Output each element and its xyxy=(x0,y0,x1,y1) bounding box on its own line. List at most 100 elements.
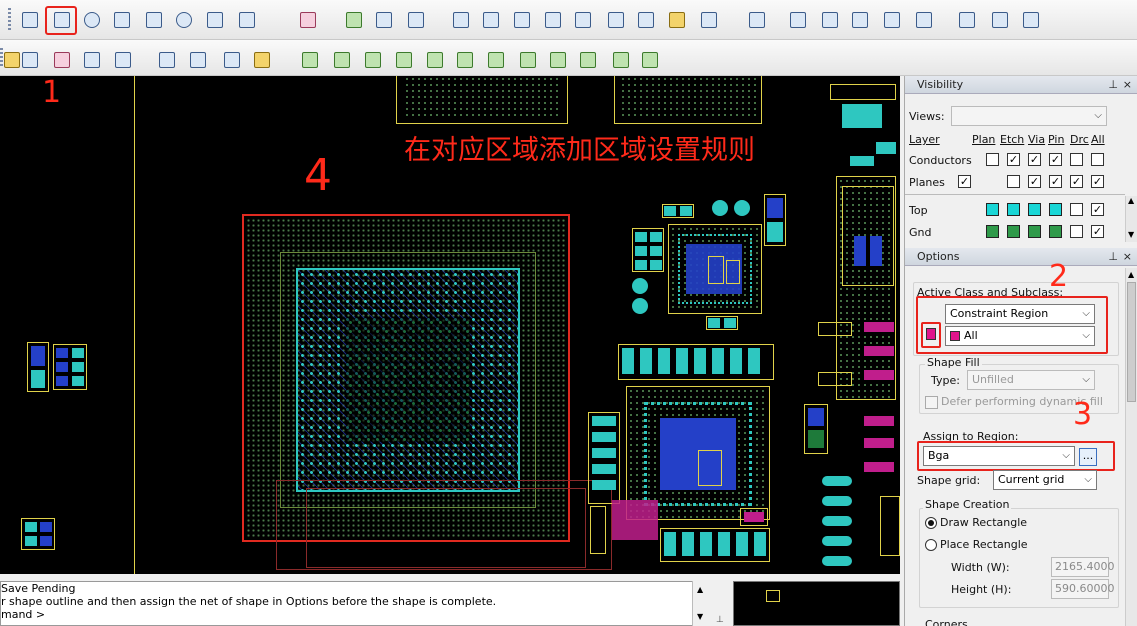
mail-button[interactable] xyxy=(955,8,979,32)
scroll-up-icon[interactable]: ▲ xyxy=(1128,270,1134,279)
visibility-checkbox[interactable]: ✓ xyxy=(1091,175,1104,188)
dimension-linear-button[interactable] xyxy=(404,8,428,32)
waveform-button[interactable] xyxy=(745,8,769,32)
command-window[interactable]: Save Pending r shape outline and then as… xyxy=(0,581,708,626)
defer-fill-checkbox[interactable] xyxy=(925,396,938,409)
pin-icon[interactable]: ⊥ xyxy=(716,615,724,625)
envelope-button[interactable] xyxy=(988,8,1012,32)
manual-void-button[interactable] xyxy=(142,8,166,32)
fill-type-select[interactable]: Unfilled ⌵ xyxy=(967,370,1095,390)
void-element-button[interactable] xyxy=(235,8,259,32)
layer-color-swatch[interactable] xyxy=(1028,203,1041,216)
odb-export-button[interactable] xyxy=(449,8,473,32)
scroll-down-icon[interactable]: ▼ xyxy=(1128,230,1134,239)
active-color-swatch[interactable] xyxy=(926,328,936,340)
place-rectangle-radio[interactable] xyxy=(925,539,937,551)
layer-color-swatch[interactable] xyxy=(1049,225,1062,238)
net-button-2[interactable] xyxy=(330,48,354,72)
toolbar-grip[interactable] xyxy=(8,8,11,31)
snapshot-button[interactable] xyxy=(541,8,565,32)
select-shape-button[interactable] xyxy=(110,8,134,32)
scroll-down-icon[interactable]: ▼ xyxy=(697,612,703,621)
edit-button[interactable] xyxy=(510,8,534,32)
film-button[interactable] xyxy=(571,8,595,32)
close-icon[interactable]: × xyxy=(1123,248,1132,265)
visibility-checkbox[interactable]: ✓ xyxy=(1028,153,1041,166)
layer-color-swatch[interactable] xyxy=(986,225,999,238)
net-button-9[interactable] xyxy=(546,48,570,72)
layer-color-swatch[interactable] xyxy=(1007,225,1020,238)
visibility-checkbox[interactable]: ✓ xyxy=(1091,225,1104,238)
shape-grid-select[interactable]: Current grid ⌵ xyxy=(993,470,1097,490)
pattern-button[interactable] xyxy=(80,48,104,72)
col-drc[interactable]: Drc xyxy=(1070,133,1089,146)
col-pin[interactable]: Pin xyxy=(1048,133,1064,146)
world-view-minimap[interactable] xyxy=(733,581,900,626)
net-button-12[interactable] xyxy=(638,48,662,72)
rect-button[interactable] xyxy=(186,48,210,72)
options-scrollbar[interactable]: ▲ xyxy=(1125,268,1137,626)
close-icon[interactable]: × xyxy=(1123,76,1132,93)
visibility-checkbox[interactable] xyxy=(1091,153,1104,166)
scroll-up-icon[interactable]: ▲ xyxy=(1128,196,1134,205)
command-prompt[interactable]: mand > xyxy=(1,608,707,621)
command-scrollbar[interactable]: ▲ ▼ xyxy=(692,581,708,626)
net-button-11[interactable] xyxy=(609,48,633,72)
design-canvas[interactable]: 1 4 在对应区域添加区域设置规则 xyxy=(0,76,900,574)
visibility-checkbox[interactable]: ✓ xyxy=(1028,175,1041,188)
layers-button[interactable] xyxy=(479,8,503,32)
net-button-3[interactable] xyxy=(361,48,385,72)
visibility-checkbox[interactable]: ✓ xyxy=(1007,153,1020,166)
pin-icon[interactable]: ⊥ xyxy=(1108,76,1118,93)
add-text-button[interactable] xyxy=(220,48,244,72)
col-plan[interactable]: Plan xyxy=(972,133,995,146)
net-button-7[interactable] xyxy=(484,48,508,72)
visibility-checkbox[interactable] xyxy=(1070,153,1083,166)
spreadsheet-button[interactable] xyxy=(786,8,810,32)
visibility-checkbox[interactable]: ✓ xyxy=(958,175,971,188)
tool-button[interactable] xyxy=(665,8,689,32)
text-button[interactable] xyxy=(50,48,74,72)
visibility-checkbox[interactable]: ✓ xyxy=(1049,175,1062,188)
pin-icon[interactable]: ⊥ xyxy=(1108,248,1118,265)
help-button[interactable] xyxy=(1019,8,1043,32)
visibility-checkbox[interactable] xyxy=(986,153,999,166)
layer-color-swatch[interactable] xyxy=(1007,203,1020,216)
scroll-thumb[interactable] xyxy=(1127,282,1136,402)
net-button-4[interactable] xyxy=(392,48,416,72)
shape-circle-button[interactable] xyxy=(80,8,104,32)
options-header[interactable]: Options ⊥ × xyxy=(905,248,1137,266)
visibility-checkbox[interactable] xyxy=(1070,225,1083,238)
col-layer[interactable]: Layer xyxy=(909,133,940,146)
report-button[interactable] xyxy=(604,8,628,32)
views-select[interactable]: ⌵ xyxy=(951,106,1107,126)
layer-color-swatch[interactable] xyxy=(986,203,999,216)
net-button-10[interactable] xyxy=(576,48,600,72)
subclass-select[interactable]: All ⌵ xyxy=(945,326,1095,346)
visibility-scrollbar[interactable]: ▲ ▼ xyxy=(1125,196,1137,242)
wave-button[interactable] xyxy=(111,48,135,72)
edit-text-button[interactable] xyxy=(250,48,274,72)
merge-shapes-button[interactable] xyxy=(342,8,366,32)
dimension-button[interactable] xyxy=(372,8,396,32)
edit-boundary-button[interactable] xyxy=(296,8,320,32)
shape-add-button[interactable] xyxy=(18,8,42,32)
net-button-8[interactable] xyxy=(516,48,540,72)
layer-color-swatch[interactable] xyxy=(1049,203,1062,216)
col-via[interactable]: Via xyxy=(1028,133,1045,146)
visibility-checkbox[interactable]: ✓ xyxy=(1049,153,1062,166)
region-select[interactable]: Bga ⌵ xyxy=(923,446,1075,466)
grid-button[interactable] xyxy=(634,8,658,32)
void-circle-button[interactable] xyxy=(172,8,196,32)
class-select[interactable]: Constraint Region ⌵ xyxy=(945,304,1095,324)
matrix-button[interactable] xyxy=(697,8,721,32)
net-button-6[interactable] xyxy=(453,48,477,72)
net-button-1[interactable] xyxy=(298,48,322,72)
visibility-checkbox[interactable]: ✓ xyxy=(1091,203,1104,216)
line-button[interactable] xyxy=(155,48,179,72)
col-all[interactable]: All xyxy=(1091,133,1105,146)
book-button[interactable] xyxy=(818,8,842,32)
windows-button[interactable] xyxy=(912,8,936,32)
void-rectangle-button[interactable] xyxy=(203,8,227,32)
scroll-up-icon[interactable]: ▲ xyxy=(697,585,703,594)
